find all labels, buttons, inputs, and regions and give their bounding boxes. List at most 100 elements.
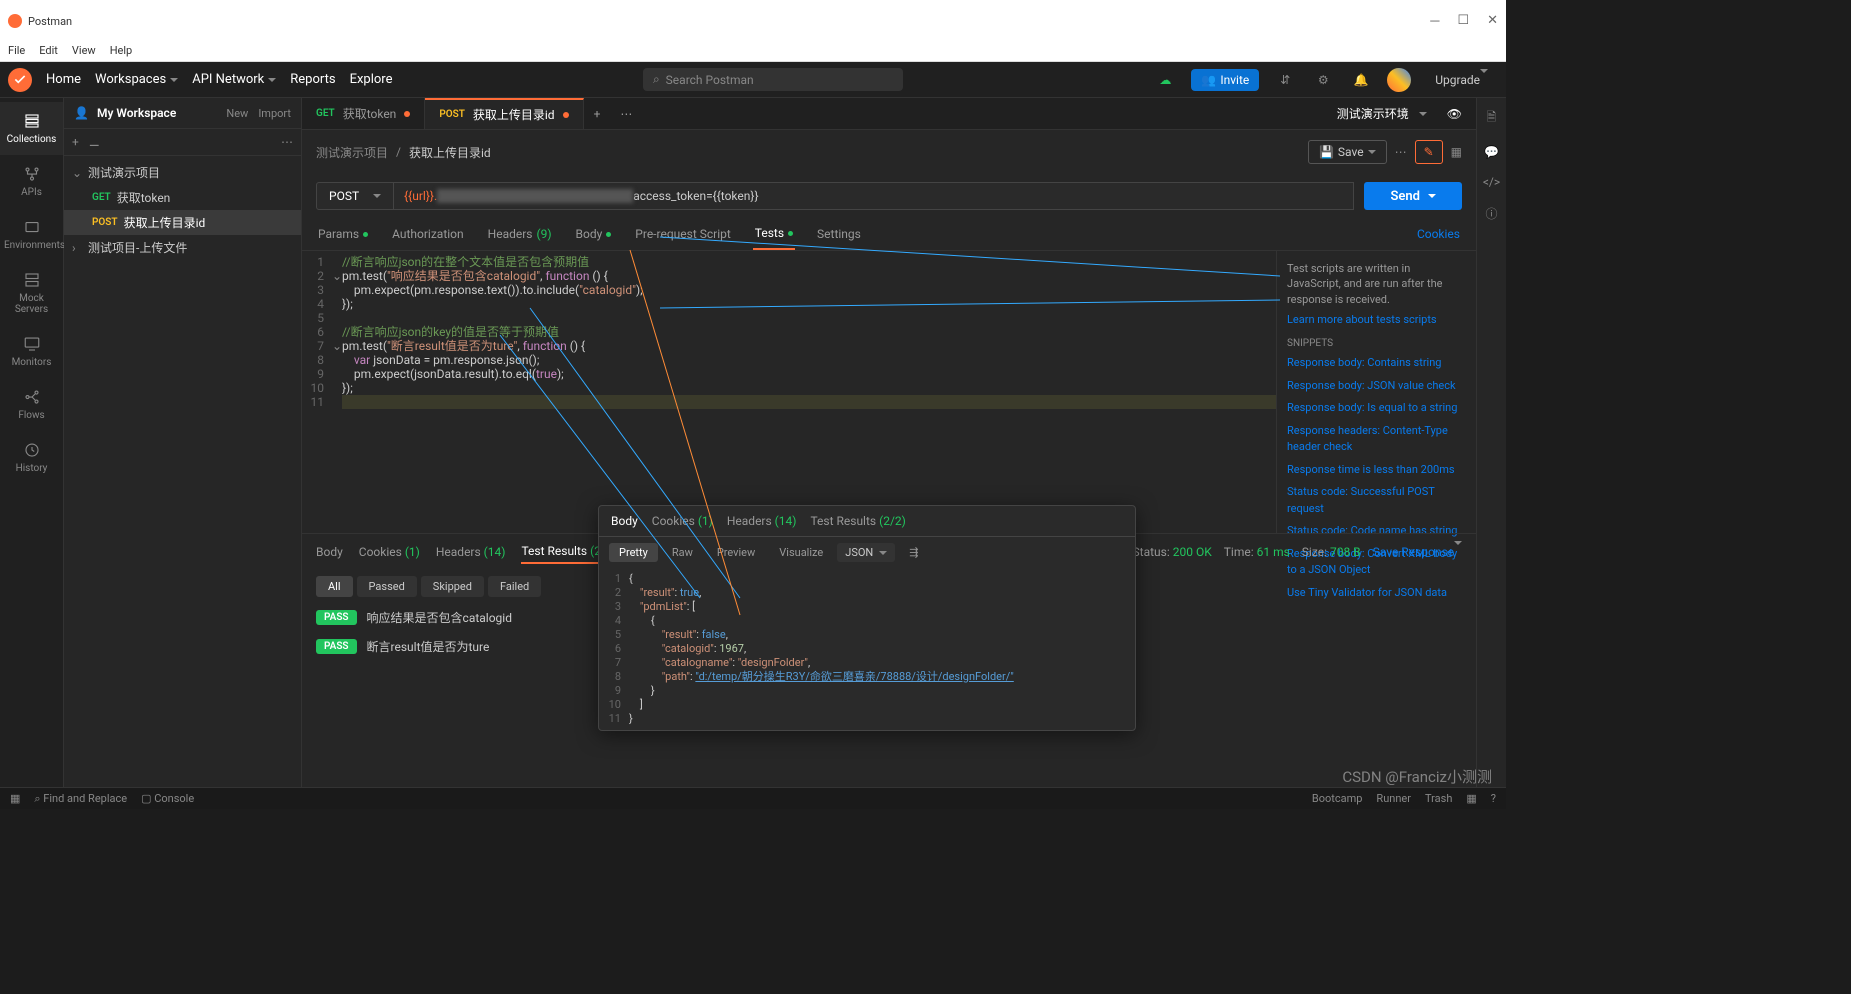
notifications-icon[interactable]: 🔔 [1349,68,1373,92]
tab-auth[interactable]: Authorization [390,218,466,250]
maximize-icon[interactable]: ☐ [1457,13,1469,29]
eye-icon[interactable]: 👁 [1447,107,1462,121]
tab-headers[interactable]: Headers (9) [486,218,554,250]
menu-edit[interactable]: Edit [39,44,58,59]
res-tab-cookies[interactable]: Cookies (1) [359,541,420,563]
res-tab-headers[interactable]: Headers (14) [436,541,506,563]
method-select[interactable]: POST [316,182,394,210]
collection-folder[interactable]: ›测试项目-上传文件 [64,235,301,260]
filter-passed[interactable]: Passed [357,576,417,597]
nav-reports[interactable]: Reports [290,72,335,87]
snippet-content-type[interactable]: Response headers: Content-Type header ch… [1287,423,1466,456]
menu-help[interactable]: Help [110,44,133,59]
save-button[interactable]: 💾 Save [1308,140,1387,164]
import-button[interactable]: Import [258,107,291,120]
tab-tests[interactable]: Tests [753,218,795,250]
layout-icon[interactable]: ▦ [1466,792,1476,805]
popup-tab-body[interactable]: Body [611,514,638,528]
trash[interactable]: Trash [1425,792,1452,805]
environment-selector[interactable]: 测试演示环境👁 [1323,105,1476,122]
help-icon[interactable]: ? [1491,792,1496,805]
find-replace[interactable]: ⌕ Find and Replace [34,792,127,806]
breadcrumb-parent[interactable]: 测试演示项目 [316,144,388,161]
close-icon[interactable]: ✕ [1487,13,1498,29]
snippet-contains-string[interactable]: Response body: Contains string [1287,355,1466,372]
leftbar-environments[interactable]: Environments [0,208,63,261]
tab-get-token[interactable]: GET获取token [302,98,425,129]
info-icon[interactable]: ⓘ [1485,205,1497,222]
collection-folder[interactable]: ⌄测试演示项目 [64,160,301,185]
url-input[interactable]: {{url}}.hiddenaccess_token={{token}} [394,182,1354,210]
avatar[interactable] [1387,68,1411,92]
more-icon[interactable]: ⋯ [281,135,293,149]
view-raw[interactable]: Raw [662,543,703,562]
nav-home[interactable]: Home [46,72,81,87]
code-editor[interactable]: 1//断言响应json的在整个文本值是否包含预期值 2⌄pm.test("响应结… [302,251,1276,533]
sidebar-toggle-icon[interactable]: ▦ [10,792,20,805]
tab-params[interactable]: Params [316,218,370,250]
leftbar-apis[interactable]: APIs [0,155,63,208]
new-button[interactable]: New [226,107,248,120]
code-icon[interactable]: </> [1483,175,1500,189]
filter-all[interactable]: All [316,576,353,597]
settings-icon[interactable]: ⚙ [1311,68,1335,92]
tab-options[interactable]: ⋯ [610,98,642,129]
runner[interactable]: Runner [1376,792,1411,805]
workspace-name[interactable]: My Workspace [97,106,218,120]
menu-view[interactable]: View [72,44,96,59]
leftbar-collections[interactable]: Collections [0,102,63,155]
filter-failed[interactable]: Failed [488,576,541,597]
save-response-button[interactable]: Save Response [1373,545,1462,559]
send-button[interactable]: Send [1364,182,1462,210]
postman-logo[interactable] [8,68,32,92]
more-icon[interactable]: ⋯ [1395,145,1407,159]
docs-icon[interactable]: 🗎 [1487,108,1497,129]
tab-post-upload[interactable]: POST获取上传目录id [425,98,583,129]
upgrade-button[interactable]: Upgrade [1425,69,1498,91]
view-pretty[interactable]: Pretty [609,543,658,562]
view-visualize[interactable]: Visualize [769,543,833,562]
nav-explore[interactable]: Explore [350,72,393,87]
snippet-json-value[interactable]: Response body: JSON value check [1287,378,1466,395]
wrap-icon[interactable]: ⇶ [899,543,928,562]
nav-workspaces[interactable]: Workspaces [95,72,178,87]
comments-icon[interactable]: 💬 [1484,145,1499,159]
nav-api-network[interactable]: API Network [192,72,276,87]
tab-settings[interactable]: Settings [815,218,863,250]
leftbar-history[interactable]: History [0,431,63,484]
request-item-active[interactable]: POST获取上传目录id [64,210,301,235]
menu-file[interactable]: File [8,44,25,59]
learn-more-link[interactable]: Learn more about tests scripts [1287,313,1466,326]
format-select[interactable]: JSON [837,543,895,562]
layout-icon[interactable]: ▦ [1451,145,1462,159]
capture-icon[interactable]: ⇵ [1273,68,1297,92]
snippet-status-post[interactable]: Status code: Successful POST request [1287,484,1466,517]
tab-body[interactable]: Body [574,218,614,250]
filter-icon[interactable]: ⚊ [89,135,100,149]
cookies-link[interactable]: Cookies [1415,218,1462,250]
snippet-response-time[interactable]: Response time is less than 200ms [1287,462,1466,479]
snippet-equal-string[interactable]: Response body: Is equal to a string [1287,400,1466,417]
filter-skipped[interactable]: Skipped [421,576,484,597]
new-tab-button[interactable]: + [584,98,611,129]
leftbar-mock-servers[interactable]: Mock Servers [0,261,63,325]
search-input[interactable]: ⌕ Search Postman [643,68,903,91]
leftbar-monitors[interactable]: Monitors [0,325,63,378]
leftbar: Collections APIs Environments Mock Serve… [0,98,64,787]
leftbar-flows[interactable]: Flows [0,378,63,431]
request-item[interactable]: GET获取token [64,185,301,210]
response-body[interactable]: 1{ 2 "result": true, 3 "pdmList": [ 4 { … [599,568,1135,730]
res-tab-body[interactable]: Body [316,541,343,563]
add-icon[interactable]: + [72,135,79,149]
invite-button[interactable]: 👥Invite [1191,69,1259,91]
popup-tab-test-results[interactable]: Test Results (2/2) [810,514,905,528]
popup-tab-headers[interactable]: Headers (14) [727,514,797,528]
tab-prereq[interactable]: Pre-request Script [633,218,732,250]
bootcamp[interactable]: Bootcamp [1312,792,1363,805]
popup-tab-cookies[interactable]: Cookies (1) [652,514,713,528]
sync-icon[interactable]: ☁ [1153,68,1177,92]
minimize-icon[interactable]: ─ [1430,13,1439,29]
view-preview[interactable]: Preview [707,543,765,562]
edit-icon[interactable]: ✎ [1415,140,1443,164]
console[interactable]: ▢ Console [141,792,194,805]
